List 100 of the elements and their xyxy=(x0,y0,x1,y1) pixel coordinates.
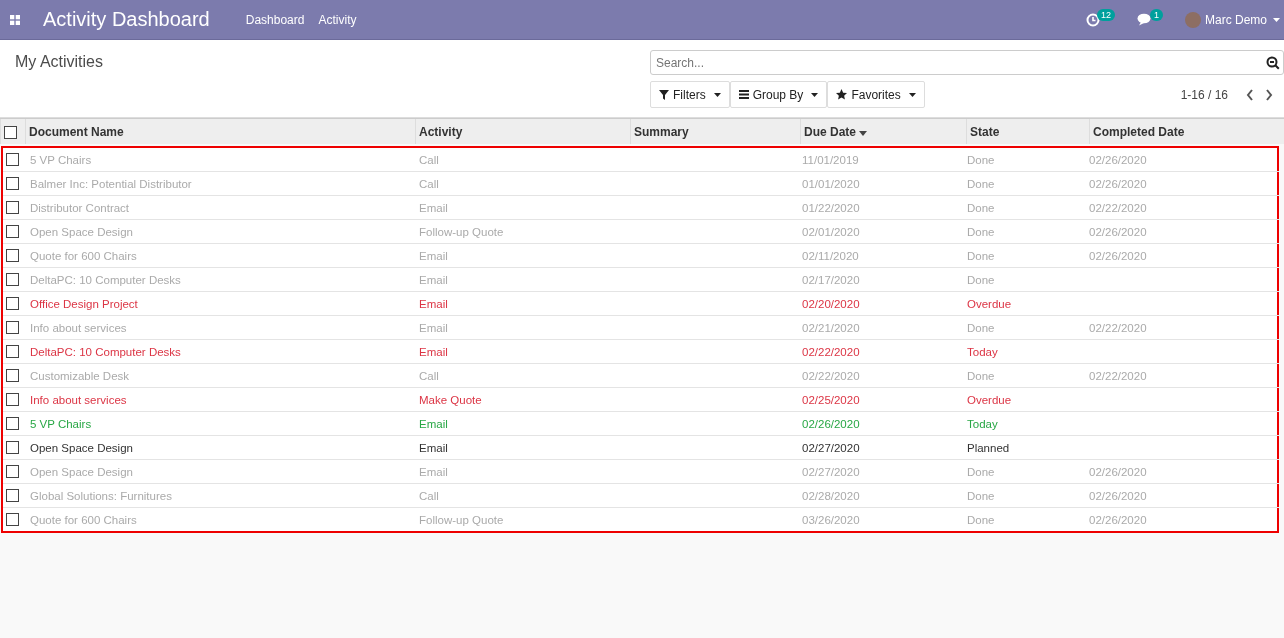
dropdown-button[interactable]: Group By xyxy=(729,81,828,108)
table-cell: 02/17/2020 xyxy=(802,273,860,286)
table-cell: 02/26/2020 xyxy=(1089,489,1147,502)
table-cell: Done xyxy=(967,489,995,502)
list-icon xyxy=(738,90,749,99)
column-header[interactable]: State xyxy=(966,118,1090,144)
star-icon xyxy=(836,89,848,100)
table-cell: Open Space Design xyxy=(30,441,133,454)
row-checkbox[interactable] xyxy=(6,177,19,191)
table-cell: 02/11/2020 xyxy=(802,249,859,262)
table-cell: Email xyxy=(419,345,448,358)
table-cell: Done xyxy=(967,225,995,238)
table-cell: 02/20/2020 xyxy=(802,297,860,310)
table-cell: 02/22/2020 xyxy=(1089,369,1147,382)
message-count-badge: 1 xyxy=(1149,9,1163,21)
table-cell: Email xyxy=(419,417,448,430)
table-cell: Global Solutions: Furnitures xyxy=(30,489,172,502)
table-cell: 02/01/2020 xyxy=(802,225,860,238)
column-header[interactable]: Activity xyxy=(415,118,631,144)
table-cell: 02/26/2020 xyxy=(1089,465,1147,478)
table-cell: Info about services xyxy=(30,393,127,406)
row-checkbox[interactable] xyxy=(6,153,19,167)
caret-icon xyxy=(713,92,721,97)
table-cell: Overdue xyxy=(967,297,1012,310)
user-name[interactable]: Marc Demo xyxy=(1205,12,1267,27)
row-checkbox[interactable] xyxy=(6,441,19,455)
apps-grid-icon[interactable] xyxy=(10,14,20,25)
column-header[interactable]: Document Name xyxy=(25,118,416,144)
row-checkbox[interactable] xyxy=(6,201,19,215)
table-cell: Planned xyxy=(967,441,1010,454)
table-cell: 02/26/2020 xyxy=(1089,225,1147,238)
table-cell: Balmer Inc: Potential Distributor xyxy=(30,177,192,190)
table-cell: Quote for 600 Chairs xyxy=(30,513,137,526)
table-cell: Done xyxy=(967,201,995,214)
table-cell: Call xyxy=(419,489,439,502)
menu-link[interactable]: Activity xyxy=(318,12,357,27)
table-cell: 02/26/2020 xyxy=(802,417,860,430)
chat-icon[interactable] xyxy=(1136,13,1153,26)
table-cell: Done xyxy=(967,273,995,286)
table-cell: 02/26/2020 xyxy=(1089,513,1147,526)
select-all-checkbox[interactable] xyxy=(4,125,17,139)
table-cell: Customizable Desk xyxy=(30,369,130,382)
table-cell: Done xyxy=(967,177,995,190)
row-checkbox[interactable] xyxy=(6,273,19,287)
clock-icon[interactable] xyxy=(1085,12,1100,27)
table-cell: DeltaPC: 10 Computer Desks xyxy=(30,273,181,286)
row-checkbox[interactable] xyxy=(6,369,19,383)
table-cell: Open Space Design xyxy=(30,465,133,478)
table-cell: Email xyxy=(419,249,448,262)
row-checkbox[interactable] xyxy=(6,417,19,431)
caret-icon xyxy=(811,92,819,97)
table-cell: 02/28/2020 xyxy=(802,489,860,502)
filter-icon xyxy=(659,89,669,100)
column-header[interactable]: Completed Date xyxy=(1089,118,1284,144)
table-cell: 11/01/2019 xyxy=(802,153,859,166)
table-cell: Follow-up Quote xyxy=(419,513,504,526)
table-cell: 01/22/2020 xyxy=(802,201,860,214)
table-cell: 02/22/2020 xyxy=(1089,201,1147,214)
dropdown-button[interactable]: Filters xyxy=(650,81,730,108)
column-header[interactable]: Summary xyxy=(630,118,801,144)
row-checkbox[interactable] xyxy=(6,225,19,239)
table-cell: 02/21/2020 xyxy=(802,321,860,334)
table-cell: 02/27/2020 xyxy=(802,465,860,478)
table-cell: Email xyxy=(419,297,448,310)
row-checkbox[interactable] xyxy=(6,513,19,527)
caret-icon[interactable] xyxy=(1273,17,1280,22)
table-cell: Open Space Design xyxy=(30,225,133,238)
pager-text: 1-16 / 16 xyxy=(1180,87,1228,102)
row-checkbox[interactable] xyxy=(6,321,19,335)
row-checkbox[interactable] xyxy=(6,249,19,263)
activity-count-badge: 12 xyxy=(1096,8,1115,21)
menu-link[interactable]: Dashboard xyxy=(245,12,305,27)
table-cell: Call xyxy=(419,369,439,382)
row-checkbox[interactable] xyxy=(6,345,19,359)
row-checkbox[interactable] xyxy=(6,297,19,311)
dropdown-button[interactable]: Favorites xyxy=(827,81,925,108)
row-checkbox[interactable] xyxy=(6,465,19,479)
table-cell: 02/26/2020 xyxy=(1089,153,1147,166)
caret-icon xyxy=(908,92,916,97)
table-cell: 02/27/2020 xyxy=(802,441,860,454)
previous-page-icon[interactable] xyxy=(1246,88,1254,101)
app-title: Activity Dashboard xyxy=(43,8,210,31)
row-checkbox[interactable] xyxy=(6,393,19,407)
table-cell: 02/22/2020 xyxy=(1089,321,1147,334)
table-cell: Done xyxy=(967,249,995,262)
row-checkbox[interactable] xyxy=(6,489,19,503)
next-page-icon[interactable] xyxy=(1265,88,1273,101)
table-cell: Distributor Contract xyxy=(30,201,130,214)
table-cell: Done xyxy=(967,321,995,334)
table-cell: Email xyxy=(419,441,448,454)
search-field[interactable]: Search... xyxy=(650,50,1284,75)
table-cell: Done xyxy=(967,153,995,166)
table-cell: Follow-up Quote xyxy=(419,225,504,238)
table-cell: 02/22/2020 xyxy=(802,369,860,382)
column-header[interactable]: Due Date xyxy=(800,118,967,144)
table-cell: 02/26/2020 xyxy=(1089,177,1147,190)
table-cell: Done xyxy=(967,369,995,382)
search-icon[interactable] xyxy=(1266,56,1280,70)
table-cell: Email xyxy=(419,273,448,286)
table-cell: 02/26/2020 xyxy=(1089,249,1147,262)
